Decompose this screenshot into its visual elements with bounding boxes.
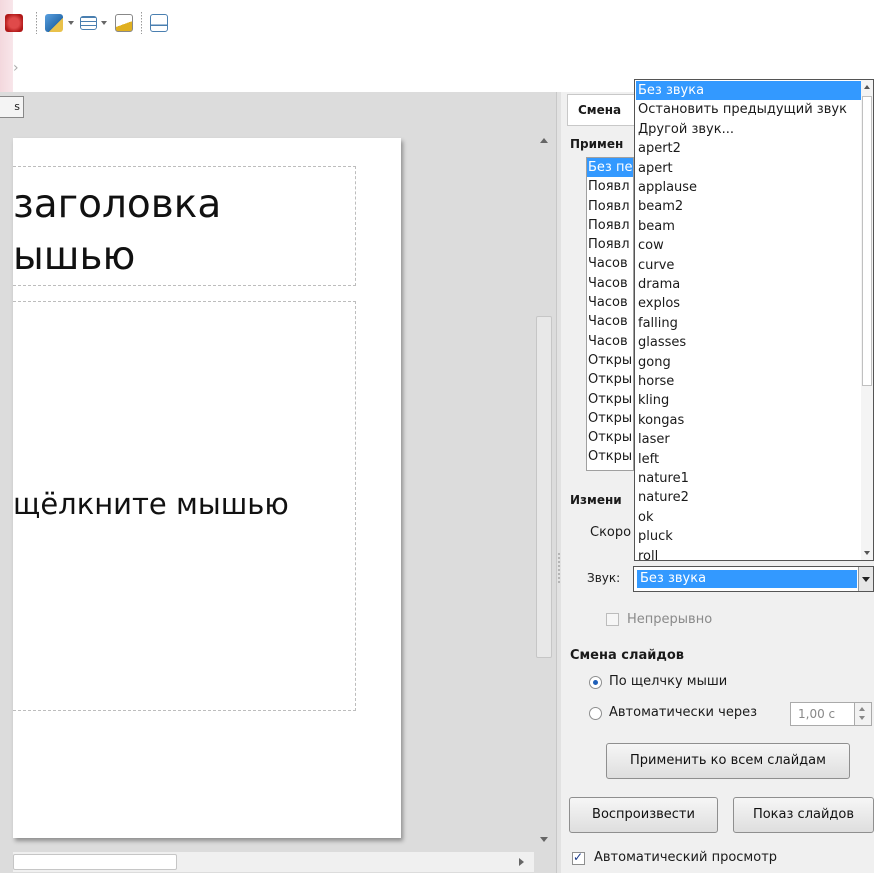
dropdown-option[interactable]: laser bbox=[636, 430, 864, 449]
scroll-thumb[interactable] bbox=[13, 854, 177, 870]
dropdown-option[interactable]: ok bbox=[636, 508, 864, 527]
list-item[interactable]: Появл bbox=[587, 197, 633, 216]
sound-label: Звук: bbox=[587, 571, 621, 585]
modify-label: Измени bbox=[570, 493, 622, 507]
dropdown-option[interactable]: glasses bbox=[636, 333, 864, 352]
dropdown-option[interactable]: drama bbox=[636, 275, 864, 294]
slideshow-icon[interactable] bbox=[150, 14, 168, 32]
scroll-down-icon[interactable] bbox=[864, 551, 870, 555]
apply-label: Примен bbox=[570, 137, 624, 151]
title-line-2: ышью bbox=[13, 234, 136, 279]
scroll-up-icon[interactable] bbox=[864, 85, 870, 89]
list-item[interactable]: Откры bbox=[587, 370, 633, 389]
list-item[interactable]: Часов bbox=[587, 312, 633, 331]
list-item[interactable]: Откры bbox=[587, 351, 633, 370]
dropdown-option[interactable]: apert bbox=[636, 159, 864, 178]
dropdown-option[interactable]: kongas bbox=[636, 411, 864, 430]
list-item[interactable]: Появл bbox=[587, 177, 633, 196]
dropdown-option[interactable]: cow bbox=[636, 236, 864, 255]
effects-list[interactable]: Без пе Появл Появл Появл Появл Часов Час… bbox=[586, 157, 634, 471]
list-item[interactable]: Появл bbox=[587, 235, 633, 254]
content-placeholder[interactable]: щёлкните мышью bbox=[13, 301, 356, 711]
dropdown-option[interactable]: beam2 bbox=[636, 197, 864, 216]
dropdown-option[interactable]: applause bbox=[636, 178, 864, 197]
dropdown-option[interactable]: left bbox=[636, 450, 864, 469]
stepper-buttons[interactable] bbox=[854, 703, 871, 725]
toolbar-separator bbox=[36, 12, 37, 34]
chevron-down-icon[interactable] bbox=[859, 716, 865, 720]
list-item[interactable]: Без пе bbox=[587, 158, 633, 178]
scroll-down-icon[interactable] bbox=[540, 837, 548, 842]
undo-icon[interactable] bbox=[5, 14, 23, 32]
chart-icon[interactable] bbox=[115, 14, 133, 32]
dropdown-option[interactable]: gong bbox=[636, 353, 864, 372]
speed-label: Скоро bbox=[590, 525, 632, 540]
list-item[interactable]: Откры bbox=[587, 409, 633, 428]
autopreview-checkbox[interactable] bbox=[572, 850, 585, 865]
slide-canvas[interactable]: заголовка ышью щёлкните мышью bbox=[13, 138, 401, 838]
auto-after-label: Автоматически через bbox=[609, 705, 757, 720]
dropdown-option[interactable]: Другой звук... bbox=[636, 120, 864, 139]
dropdown-scrollbar[interactable] bbox=[861, 80, 873, 560]
chevron-down-icon[interactable] bbox=[68, 21, 74, 25]
chevron-down-icon[interactable] bbox=[858, 567, 873, 591]
dropdown-option[interactable]: Без звука bbox=[636, 81, 864, 101]
auto-after-value: 1,00 с bbox=[798, 707, 836, 721]
insert-image-icon[interactable] bbox=[45, 14, 63, 32]
toolbar bbox=[5, 0, 874, 52]
dropdown-option[interactable]: nature2 bbox=[636, 488, 864, 507]
dropdown-option[interactable]: beam bbox=[636, 217, 864, 236]
list-item[interactable]: Часов bbox=[587, 332, 633, 351]
dropdown-option[interactable]: Остановить предыдущий звук bbox=[636, 100, 864, 119]
sound-dropdown-list[interactable]: Без звука Остановить предыдущий звук Дру… bbox=[634, 79, 874, 561]
on-click-label: По щелчку мыши bbox=[609, 674, 728, 689]
dropdown-option[interactable]: curve bbox=[636, 256, 864, 275]
loop-checkbox[interactable] bbox=[606, 613, 619, 626]
auto-after-radio[interactable] bbox=[589, 707, 602, 720]
scroll-thumb[interactable] bbox=[536, 316, 552, 658]
scroll-right-icon[interactable] bbox=[519, 858, 524, 866]
dropdown-option[interactable]: falling bbox=[636, 314, 864, 333]
nav-arrow-icon[interactable]: › bbox=[13, 60, 19, 76]
title-placeholder[interactable]: заголовка ышью bbox=[13, 166, 356, 286]
auto-after-stepper[interactable]: 1,00 с bbox=[790, 702, 872, 726]
dropdown-option[interactable]: pluck bbox=[636, 527, 864, 546]
dropdown-option[interactable]: kling bbox=[636, 391, 864, 410]
apply-to-all-button[interactable]: Применить ко всем слайдам bbox=[606, 743, 850, 779]
sound-select[interactable]: Без звука bbox=[633, 566, 874, 592]
play-button[interactable]: Воспроизвести bbox=[569, 797, 718, 833]
autopreview-label: Автоматический просмотр bbox=[594, 850, 778, 865]
vertical-scrollbar[interactable] bbox=[534, 128, 554, 850]
chevron-down-icon[interactable] bbox=[101, 21, 107, 25]
toolbar-separator bbox=[141, 12, 142, 34]
dropdown-option[interactable]: roll bbox=[636, 547, 864, 560]
loop-label: Непрерывно bbox=[627, 612, 713, 627]
list-item[interactable]: Откры bbox=[587, 390, 633, 409]
view-tab[interactable]: s bbox=[0, 96, 24, 118]
dropdown-option[interactable]: horse bbox=[636, 372, 864, 391]
table-icon[interactable] bbox=[80, 16, 97, 30]
horizontal-scrollbar[interactable] bbox=[13, 852, 534, 872]
list-item[interactable]: Появл bbox=[587, 216, 633, 235]
title-line-1: заголовка bbox=[13, 182, 222, 227]
list-item[interactable]: Часов bbox=[587, 254, 633, 273]
list-item[interactable]: Откры bbox=[587, 447, 633, 466]
chevron-up-icon[interactable] bbox=[859, 707, 865, 711]
slideshow-button[interactable]: Показ слайдов bbox=[733, 797, 874, 833]
list-item[interactable]: Часов bbox=[587, 274, 633, 293]
scroll-thumb[interactable] bbox=[862, 96, 872, 386]
on-click-radio[interactable] bbox=[589, 676, 602, 689]
dropdown-option[interactable]: explos bbox=[636, 294, 864, 313]
list-item[interactable]: Откры bbox=[587, 428, 633, 447]
navigation-row: › bbox=[13, 56, 553, 82]
content-text: щёлкните мышью bbox=[13, 487, 289, 521]
list-item[interactable]: Часов bbox=[587, 293, 633, 312]
dropdown-option[interactable]: nature1 bbox=[636, 469, 864, 488]
sound-selected-value: Без звука bbox=[637, 570, 857, 588]
scroll-up-icon[interactable] bbox=[540, 138, 548, 143]
grip-icon bbox=[558, 552, 560, 584]
dropdown-option[interactable]: apert2 bbox=[636, 139, 864, 158]
advance-heading: Смена слайдов bbox=[570, 648, 685, 663]
